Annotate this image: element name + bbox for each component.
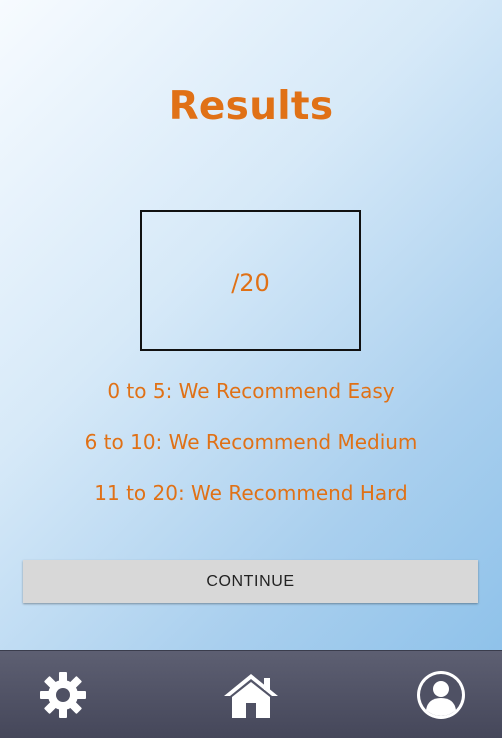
nav-settings-button[interactable] — [33, 665, 93, 725]
page-title: Results — [168, 84, 334, 129]
nav-profile-button[interactable] — [411, 665, 471, 725]
recommendation-medium: 6 to 10: We Recommend Medium — [84, 430, 418, 454]
score-text: /20 — [231, 268, 270, 297]
continue-button[interactable]: CONTINUE — [23, 560, 478, 603]
results-screen: Results /20 0 to 5: We Recommend Easy 6 … — [0, 0, 502, 650]
nav-home-button[interactable] — [221, 665, 281, 725]
recommendation-easy: 0 to 5: We Recommend Easy — [107, 379, 395, 403]
home-icon — [224, 674, 278, 718]
profile-icon — [417, 671, 465, 719]
gear-icon — [40, 672, 86, 718]
score-box: /20 — [140, 210, 361, 351]
recommendation-hard: 11 to 20: We Recommend Hard — [94, 481, 408, 505]
bottom-navbar — [0, 650, 502, 738]
